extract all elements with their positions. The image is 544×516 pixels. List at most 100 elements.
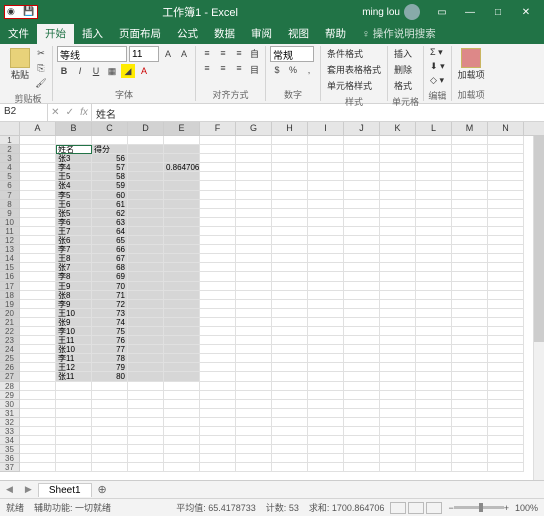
cell[interactable] — [200, 181, 236, 190]
row-header[interactable]: 26 — [0, 363, 20, 372]
cell[interactable] — [128, 445, 164, 454]
cell[interactable] — [344, 427, 380, 436]
cell[interactable] — [416, 254, 452, 263]
col-header-A[interactable]: A — [20, 122, 56, 135]
cell[interactable] — [308, 145, 344, 154]
comma-icon[interactable]: , — [302, 63, 316, 77]
cell[interactable] — [416, 445, 452, 454]
cell[interactable] — [344, 354, 380, 363]
row-header[interactable]: 32 — [0, 418, 20, 427]
cell[interactable] — [416, 236, 452, 245]
cell[interactable] — [200, 327, 236, 336]
cell[interactable] — [92, 400, 128, 409]
cell[interactable] — [272, 300, 308, 309]
cell[interactable]: 王10 — [56, 309, 92, 318]
cell[interactable] — [164, 218, 200, 227]
cell[interactable] — [20, 354, 56, 363]
cell[interactable]: 张11 — [56, 372, 92, 381]
cell[interactable] — [200, 163, 236, 172]
cell[interactable] — [488, 327, 524, 336]
cell[interactable] — [20, 272, 56, 281]
cell[interactable]: 79 — [92, 363, 128, 372]
cell[interactable] — [92, 136, 128, 145]
cell[interactable] — [164, 309, 200, 318]
cell[interactable]: 姓名 — [56, 145, 92, 154]
cell[interactable] — [416, 463, 452, 472]
cell[interactable] — [452, 409, 488, 418]
cell[interactable] — [308, 209, 344, 218]
cell[interactable] — [308, 436, 344, 445]
cell[interactable] — [164, 227, 200, 236]
fx-icon[interactable]: fx — [80, 107, 88, 118]
cell[interactable] — [380, 336, 416, 345]
cell[interactable] — [272, 391, 308, 400]
cell[interactable]: 张8 — [56, 291, 92, 300]
cell[interactable] — [236, 172, 272, 181]
sheet-nav-next-icon[interactable]: ▶ — [19, 484, 38, 495]
cell[interactable] — [92, 391, 128, 400]
italic-icon[interactable]: I — [73, 64, 87, 78]
clear-button[interactable]: ◇ ▾ — [428, 74, 446, 87]
cell[interactable] — [56, 391, 92, 400]
cell[interactable] — [200, 436, 236, 445]
cell[interactable]: 张10 — [56, 345, 92, 354]
cell[interactable] — [20, 172, 56, 181]
cell[interactable] — [272, 327, 308, 336]
cell[interactable] — [416, 327, 452, 336]
row-header[interactable]: 2 — [0, 145, 20, 154]
row-header[interactable]: 28 — [0, 382, 20, 391]
cell[interactable] — [452, 181, 488, 190]
col-header-B[interactable]: B — [56, 122, 92, 135]
align-right-icon[interactable]: ≡ — [232, 61, 246, 75]
cell[interactable] — [272, 154, 308, 163]
row-header[interactable]: 6 — [0, 181, 20, 190]
cell[interactable] — [416, 191, 452, 200]
cell[interactable]: 李11 — [56, 354, 92, 363]
cell[interactable] — [128, 236, 164, 245]
cell[interactable] — [56, 136, 92, 145]
cell[interactable] — [308, 245, 344, 254]
cell[interactable]: 李5 — [56, 191, 92, 200]
cell[interactable] — [416, 318, 452, 327]
cell[interactable] — [272, 282, 308, 291]
cell[interactable] — [488, 300, 524, 309]
cell[interactable] — [128, 163, 164, 172]
cell[interactable] — [308, 181, 344, 190]
cell[interactable] — [272, 400, 308, 409]
cell[interactable] — [308, 154, 344, 163]
cell[interactable] — [344, 318, 380, 327]
cell[interactable]: 王9 — [56, 282, 92, 291]
cell[interactable]: 0.864706 — [164, 163, 200, 172]
col-header-N[interactable]: N — [488, 122, 524, 135]
cell[interactable]: 74 — [92, 318, 128, 327]
cut-icon[interactable]: ✂ — [34, 46, 48, 60]
cell[interactable] — [308, 354, 344, 363]
cell[interactable] — [308, 463, 344, 472]
cell[interactable] — [164, 200, 200, 209]
cell[interactable] — [20, 136, 56, 145]
cell[interactable] — [20, 218, 56, 227]
cell[interactable] — [416, 245, 452, 254]
cell[interactable] — [164, 409, 200, 418]
row-header[interactable]: 9 — [0, 209, 20, 218]
cell[interactable]: 80 — [92, 372, 128, 381]
cell[interactable]: 57 — [92, 163, 128, 172]
cell[interactable] — [452, 363, 488, 372]
cell[interactable] — [20, 245, 56, 254]
col-header-F[interactable]: F — [200, 122, 236, 135]
cell[interactable] — [164, 382, 200, 391]
cell[interactable] — [236, 318, 272, 327]
row-header[interactable]: 16 — [0, 272, 20, 281]
font-name-select[interactable] — [57, 46, 127, 62]
cell[interactable] — [236, 463, 272, 472]
row-header[interactable]: 17 — [0, 282, 20, 291]
cell[interactable] — [272, 427, 308, 436]
cell[interactable] — [200, 363, 236, 372]
cell[interactable] — [452, 382, 488, 391]
cell[interactable] — [308, 191, 344, 200]
row-header[interactable]: 34 — [0, 436, 20, 445]
row-header[interactable]: 20 — [0, 309, 20, 318]
cell[interactable] — [344, 445, 380, 454]
cell[interactable] — [164, 354, 200, 363]
cell[interactable] — [308, 409, 344, 418]
